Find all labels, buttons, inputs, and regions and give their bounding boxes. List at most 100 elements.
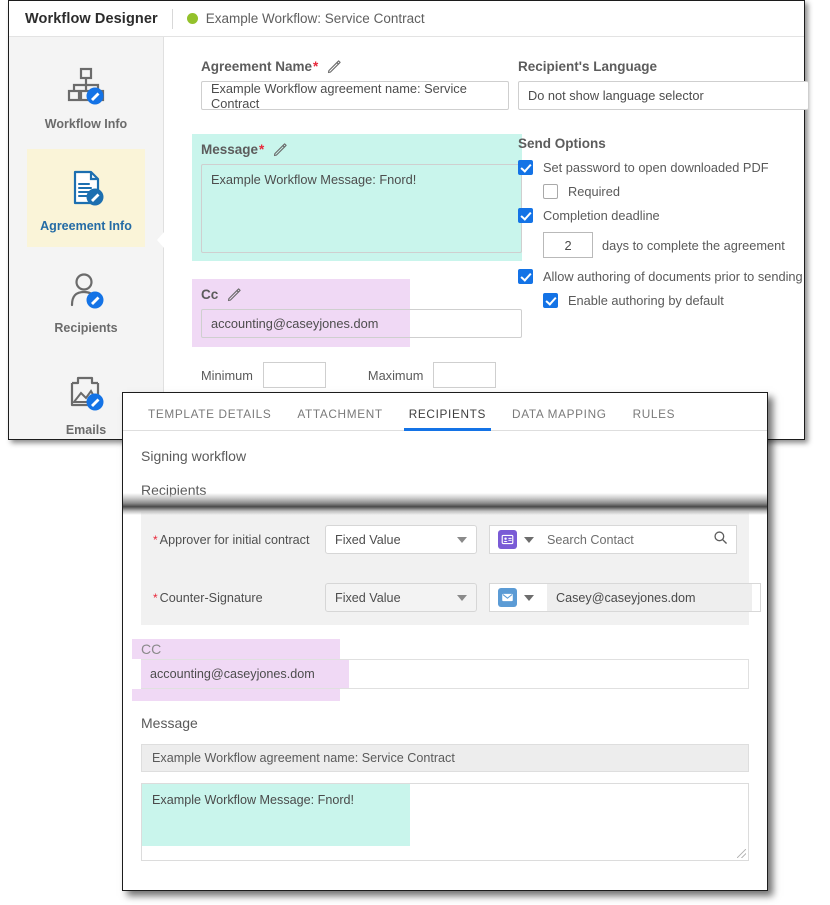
cc-input-value: accounting@caseyjones.dom <box>141 660 349 688</box>
message-body-textarea[interactable]: Example Workflow Message: Fnord! <box>141 783 749 861</box>
checkbox-icon[interactable] <box>518 160 533 175</box>
designer-sidebar: Workflow Info Agreement Info Recipients … <box>9 37 172 439</box>
contact-search-input[interactable]: Search Contact <box>547 533 713 547</box>
sidebar-item-label: Recipients <box>54 321 118 335</box>
send-options-title: Send Options <box>518 136 606 151</box>
message-textarea[interactable]: Example Workflow Message: Fnord! <box>201 164 522 253</box>
cc-input[interactable]: accounting@caseyjones.dom <box>141 659 749 689</box>
cc-section: CC accounting@caseyjones.dom <box>132 639 749 701</box>
checkbox-icon[interactable] <box>518 208 533 223</box>
message-section: Message Example Workflow agreement name:… <box>141 715 749 861</box>
designer-title-bar: Workflow Designer Example Workflow: Serv… <box>9 1 804 37</box>
cc-input[interactable]: accounting@caseyjones.dom <box>201 309 522 338</box>
workflow-status-dot <box>186 13 198 24</box>
deadline-days-row: 2 days to complete the agreement <box>543 232 809 258</box>
option-set-password[interactable]: Set password to open downloaded PDF <box>518 160 809 175</box>
person-edit-icon <box>64 265 108 317</box>
recipient-label: * Counter-Signature <box>153 591 325 605</box>
search-icon[interactable] <box>713 530 728 550</box>
option-label: Enable authoring by default <box>568 293 724 308</box>
document-edit-icon <box>64 163 108 215</box>
required-asterisk: * <box>313 59 319 74</box>
chevron-down-icon[interactable] <box>524 594 534 601</box>
required-asterisk: * <box>259 142 265 157</box>
tab-attachment[interactable]: ATTACHMENT <box>284 407 395 430</box>
sidebar-item-label: Emails <box>65 423 107 437</box>
min-max-row: Minimum Maximum <box>201 362 509 388</box>
cc-label-text: Cc <box>201 287 219 302</box>
designer-body: Workflow Info Agreement Info Recipients … <box>9 37 809 439</box>
maximum-label: Maximum <box>367 367 424 383</box>
option-required[interactable]: Required <box>543 184 809 199</box>
message-subject-input[interactable]: Example Workflow agreement name: Service… <box>141 744 749 772</box>
maximum-input[interactable] <box>433 362 497 388</box>
contact-card-icon[interactable] <box>498 530 517 549</box>
value-type-text: Fixed Value <box>335 532 401 547</box>
cc-label-highlight: Cc accounting@caseyjones.dom <box>192 279 522 347</box>
edit-pencil-icon[interactable] <box>227 287 242 302</box>
chevron-down-icon <box>457 536 467 543</box>
contact-search-field[interactable]: Search Contact <box>489 525 737 554</box>
chevron-down-icon[interactable] <box>524 536 534 543</box>
deadline-days-input[interactable]: 2 <box>543 232 593 258</box>
checkbox-icon[interactable] <box>543 293 558 308</box>
option-enable-authoring-default[interactable]: Enable authoring by default <box>543 293 809 308</box>
resize-handle[interactable] <box>737 849 746 858</box>
edit-pencil-icon[interactable] <box>273 142 288 157</box>
signing-workflow-heading: Signing workflow <box>141 448 247 464</box>
option-completion-deadline[interactable]: Completion deadline <box>518 208 809 223</box>
agreement-info-form: Agreement Name * Example Workflow agreem… <box>164 37 809 439</box>
recipients-language-label: Recipient's Language <box>518 59 657 74</box>
tab-template-details[interactable]: TEMPLATE DETAILS <box>135 407 284 430</box>
recipient-card: * Approver for initial contract Fixed Va… <box>123 493 767 625</box>
workflow-designer-window: Workflow Designer Example Workflow: Serv… <box>8 0 809 440</box>
edit-pencil-icon[interactable] <box>327 59 342 74</box>
option-label: Allow authoring of documents prior to se… <box>543 269 803 284</box>
sidebar-item-agreement-info[interactable]: Agreement Info <box>27 149 145 247</box>
title-divider <box>171 8 173 29</box>
deadline-days-suffix: days to complete the agreement <box>602 237 785 253</box>
checkbox-icon[interactable] <box>543 184 558 199</box>
recipients-language-select[interactable]: Do not show language selector <box>518 81 809 110</box>
tab-recipients[interactable]: RECIPIENTS <box>396 407 499 431</box>
required-asterisk: * <box>153 532 158 547</box>
option-label: Required <box>568 184 620 199</box>
checkbox-icon[interactable] <box>518 269 533 284</box>
agreement-name-input[interactable]: Example Workflow agreement name: Service… <box>201 81 509 111</box>
workflow-name-label: Example Workflow: Service Contract <box>205 11 425 26</box>
cc-label: Cc <box>201 287 410 302</box>
template-recipients-panel: TEMPLATE DETAILS ATTACHMENT RECIPIENTS D… <box>122 392 768 891</box>
sidebar-item-label: Workflow Info <box>44 117 128 131</box>
minimum-label: Minimum <box>201 367 253 383</box>
message-label: Message * <box>201 142 522 157</box>
recipients-heading: Recipients <box>141 482 207 498</box>
cc-highlight-tail <box>132 689 340 701</box>
recipient-label-text: Counter-Signature <box>159 590 263 605</box>
app-title: Workflow Designer <box>25 10 158 27</box>
table-row: * Counter-Signature Fixed Value Casey@ca… <box>153 583 761 612</box>
required-asterisk: * <box>153 590 158 605</box>
value-type-text: Fixed Value <box>335 590 401 605</box>
option-allow-authoring[interactable]: Allow authoring of documents prior to se… <box>518 269 809 284</box>
message-label-text: Message <box>201 142 259 157</box>
panel-tab-bar: TEMPLATE DETAILS ATTACHMENT RECIPIENTS D… <box>123 393 767 431</box>
value-type-select[interactable]: Fixed Value <box>325 583 477 612</box>
message-heading: Message <box>141 715 198 731</box>
sidebar-item-label: Agreement Info <box>40 219 132 233</box>
sidebar-item-workflow-info[interactable]: Workflow Info <box>27 47 145 145</box>
contact-email-input[interactable]: Casey@caseyjones.dom <box>547 584 752 611</box>
value-type-select[interactable]: Fixed Value <box>325 525 477 554</box>
form-left-column: Agreement Name * Example Workflow agreem… <box>164 59 522 439</box>
tab-data-mapping[interactable]: DATA MAPPING <box>499 407 620 430</box>
sidebar-item-recipients[interactable]: Recipients <box>27 251 145 349</box>
option-label: Set password to open downloaded PDF <box>543 160 769 175</box>
chevron-down-icon <box>457 594 467 601</box>
agreement-name-label: Agreement Name * <box>201 59 509 74</box>
option-label: Completion deadline <box>543 208 660 223</box>
contact-email-field[interactable]: Casey@caseyjones.dom <box>489 583 761 612</box>
envelope-icon[interactable] <box>498 588 517 607</box>
tab-rules[interactable]: RULES <box>620 407 689 430</box>
cc-label: CC <box>132 639 340 659</box>
message-label-highlight: Message * Example Workflow Message: Fnor… <box>192 134 522 261</box>
minimum-input[interactable] <box>262 362 326 388</box>
